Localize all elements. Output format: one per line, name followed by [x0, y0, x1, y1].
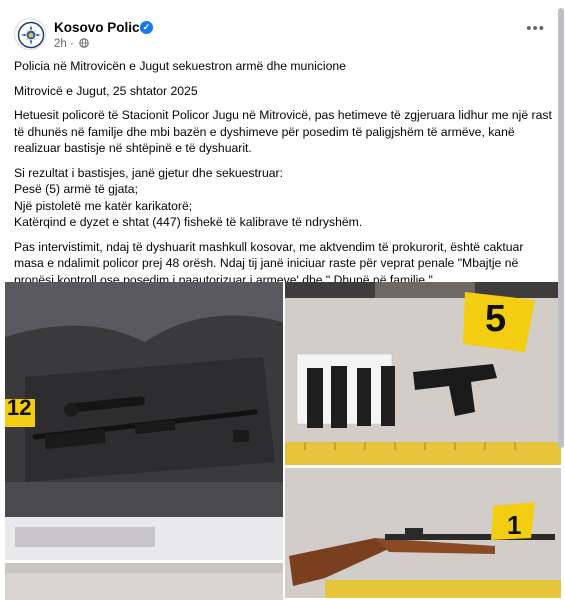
verified-badge-icon: ✓ — [140, 21, 153, 34]
post-header: Kosovo Police ✓ 2h · ••• — [14, 18, 551, 54]
scrollbar[interactable] — [558, 8, 564, 448]
seizure-intro: Si rezultat i bastisjes, janë gjetur dhe… — [14, 165, 283, 180]
post-headline: Policia në Mitrovicën e Jugut sekuestron… — [14, 59, 346, 73]
post-dateline: Mitrovicë e Jugut, 25 shtator 2025 — [14, 83, 198, 98]
seized-item: Një pistoletë me katër karikatorë; — [14, 198, 193, 213]
more-options-button[interactable]: ••• — [526, 20, 545, 37]
evidence-marker-5: 5 — [485, 298, 507, 340]
police-badge-logo — [16, 20, 45, 49]
photo-wooden-rifle[interactable]: 1 — [285, 468, 561, 598]
page-name[interactable]: Kosovo Police — [54, 20, 147, 35]
globe-icon — [79, 38, 89, 48]
post-paragraph-3: Pas intervistimit, ndaj të dyshuarit mas… — [14, 239, 524, 287]
evidence-marker-1: 1 — [507, 510, 522, 540]
post-text: Policia në Mitrovicën e Jugut sekuestron… — [14, 58, 554, 296]
photo-rifle-in-case[interactable]: 12 — [5, 282, 283, 560]
post-meta: 2h · — [54, 38, 89, 50]
post-timestamp[interactable]: 2h — [54, 38, 67, 50]
page-avatar[interactable] — [14, 18, 46, 50]
photo-pistol-magazines[interactable]: 5 — [285, 282, 561, 465]
evidence-marker-12: 12 — [7, 395, 32, 420]
meta-separator: · — [70, 38, 74, 50]
post-paragraph-1: Hetuesit policorë të Stacionit Policor J… — [14, 108, 552, 155]
seized-item: Katërqind e dyzet e shtat (447) fishekë … — [14, 215, 363, 229]
rifle-case-image — [5, 282, 283, 560]
photo-additional[interactable] — [5, 563, 283, 600]
additional-image — [5, 563, 283, 600]
seized-item: Pesë (5) armë të gjata; — [14, 182, 138, 196]
pistol-image — [285, 282, 561, 465]
facebook-post: Kosovo Police ✓ 2h · ••• Policia në Mitr… — [0, 0, 565, 600]
post-paragraph-2: Si rezultat i bastisjes, janë gjetur dhe… — [14, 165, 554, 231]
